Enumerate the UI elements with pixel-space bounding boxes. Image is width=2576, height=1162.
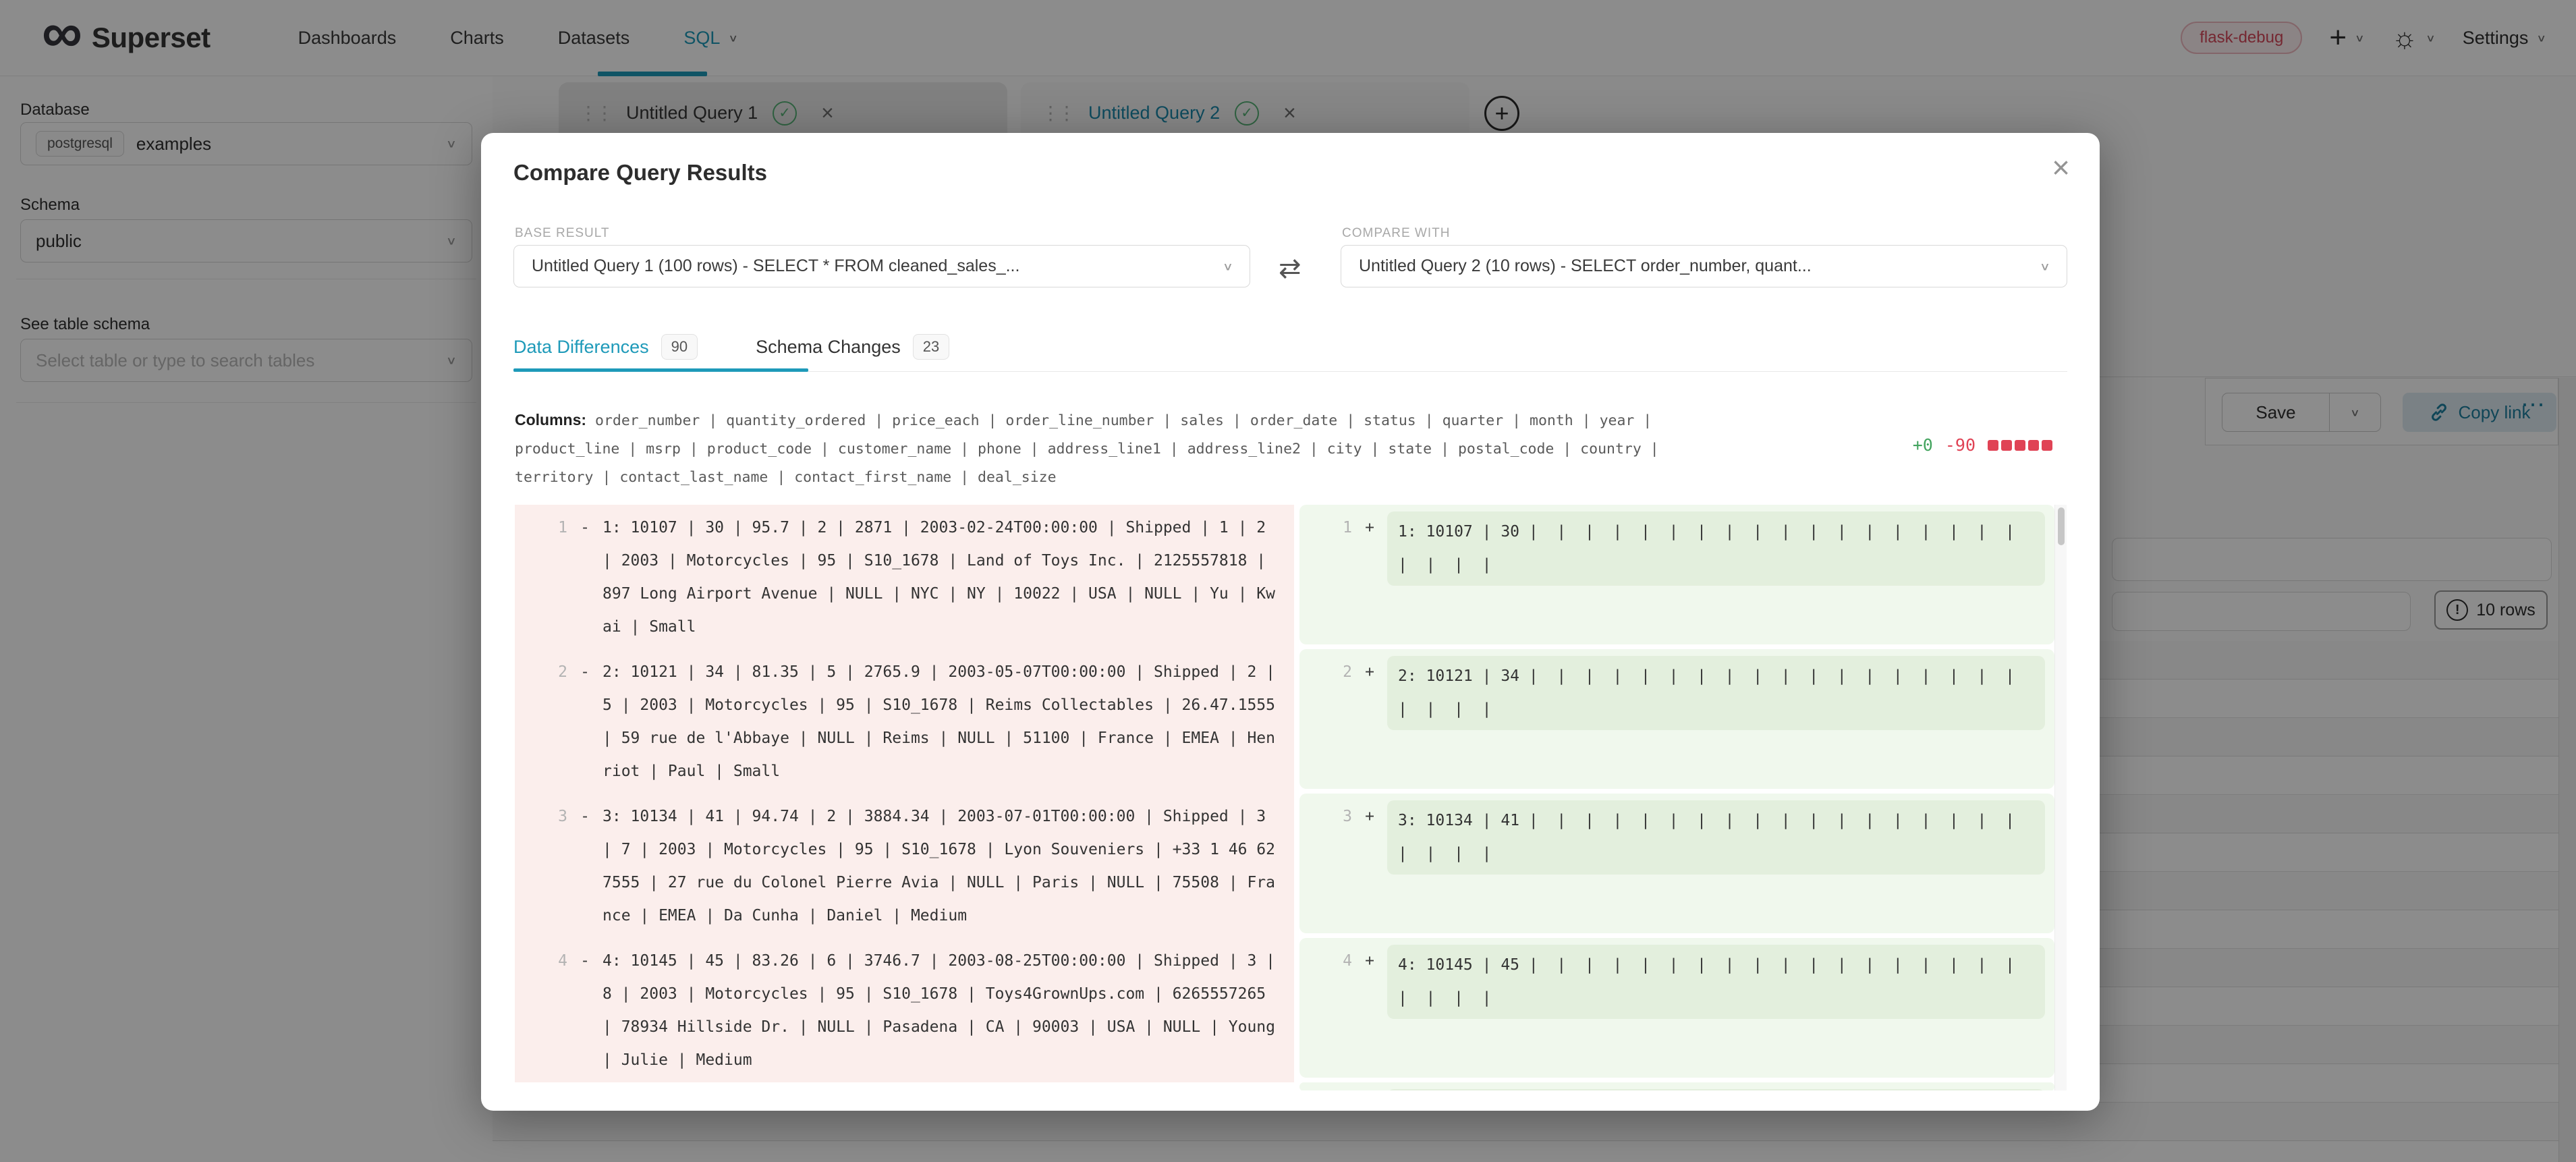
diff-row-removed: 4 - 4: 10145 | 45 | 83.26 | 6 | 3746.7 |… [515,938,1294,1082]
close-modal-icon[interactable]: × [2052,149,2070,186]
added-sign: + [1352,945,1387,1078]
diff-row-added: 4 + 4: 10145 | 45 | | | | | | | | | | | … [1294,938,2054,1082]
diff-stats: +0 -90 [1913,435,2052,455]
diff-row: 2 - 2: 10121 | 34 | 81.35 | 5 | 2765.9 |… [515,649,2067,794]
diff-row-removed [515,1082,1294,1090]
added-sign: + [1352,511,1387,644]
added-count: +0 [1913,435,1933,455]
compare-with-value: Untitled Query 2 (10 rows) - SELECT orde… [1359,256,1812,276]
diff-scrollbar[interactable] [2054,505,2067,1090]
line-number: 2 [1299,656,1352,789]
line-number: 1 [1299,511,1352,644]
compare-with-label: COMPARE WITH [1342,226,1450,241]
diff-row-removed: 2 - 2: 10121 | 34 | 81.35 | 5 | 2765.9 |… [515,649,1294,794]
diff-row-removed: 3 - 3: 10134 | 41 | 94.74 | 2 | 3884.34 … [515,794,1294,938]
added-block: 2 + 2: 10121 | 34 | | | | | | | | | | | … [1299,649,2054,789]
added-sign: + [1352,656,1387,789]
added-line-text: 3: 10134 | 41 | | | | | | | | | | | | | … [1387,800,2045,875]
removed-line-text: 3: 10134 | 41 | 94.74 | 2 | 3884.34 | 20… [603,800,1281,938]
added-line-text: 4: 10145 | 45 | | | | | | | | | | | | | … [1387,945,2045,1019]
removed-sign: - [567,945,603,1082]
diff-row-removed: 1 - 1: 10107 | 30 | 95.7 | 2 | 2871 | 20… [515,505,1294,649]
diff-columns-header: Columns: order_number | quantity_ordered… [515,406,1723,492]
removed-line-text: 1: 10107 | 30 | 95.7 | 2 | 2871 | 2003-0… [603,511,1281,649]
added-block: 1 + 1: 10107 | 30 | | | | | | | | | | | … [1299,505,2054,644]
columns-list: order_number | quantity_ordered | price_… [515,412,1668,486]
compare-query-results-modal: Compare Query Results × BASE RESULT Unti… [481,133,2100,1111]
removed-block-square [2001,440,2012,451]
compare-with-select[interactable]: Untitled Query 2 (10 rows) - SELECT orde… [1341,245,2067,287]
added-block: 3 + 3: 10134 | 41 | | | | | | | | | | | … [1299,794,2054,933]
diff-viewer: 1 - 1: 10107 | 30 | 95.7 | 2 | 2871 | 20… [515,505,2067,1090]
diff-row-added: 3 + 3: 10134 | 41 | | | | | | | | | | | … [1294,794,2054,938]
diff-row: 3 - 3: 10134 | 41 | 94.74 | 2 | 3884.34 … [515,794,2067,938]
tab-data-differences[interactable]: Data Differences 90 [513,334,698,360]
diff-row: 1 - 1: 10107 | 30 | 95.7 | 2 | 2871 | 20… [515,505,2067,649]
columns-label: Columns: [515,411,586,428]
base-result-select[interactable]: Untitled Query 1 (100 rows) - SELECT * F… [513,245,1250,287]
removed-block-square [2042,440,2052,451]
removed-block-square [2028,440,2039,451]
removed-line-text: 4: 10145 | 45 | 83.26 | 6 | 3746.7 | 200… [603,945,1281,1082]
removed-sign: - [567,511,603,649]
added-block: 4 + 4: 10145 | 45 | | | | | | | | | | | … [1299,938,2054,1078]
added-line-text [1387,1089,2045,1090]
tab-schema-changes[interactable]: Schema Changes 23 [756,334,949,360]
swap-queries-icon[interactable]: ⇄ [1279,253,1301,284]
diff-row-added: 2 + 2: 10121 | 34 | | | | | | | | | | | … [1294,649,2054,794]
line-number: 4 [515,945,567,1082]
active-tab-underline [513,368,808,372]
removed-count: -90 [1945,435,1976,455]
schema-changes-count-badge: 23 [913,334,949,360]
chevron-down-icon: ∨ [1223,260,1233,273]
line-number: 3 [1299,800,1352,933]
data-differences-count-badge: 90 [661,334,698,360]
modal-tabs: Data Differences 90 Schema Changes 23 [513,334,949,360]
diff-scrollbar-thumb[interactable] [2058,507,2065,545]
removed-sign: - [567,656,603,794]
diff-row-partial [515,1082,2067,1090]
line-number: 2 [515,656,567,794]
diff-row-added [1294,1082,2054,1090]
base-result-value: Untitled Query 1 (100 rows) - SELECT * F… [532,256,1019,276]
removed-blocks [1988,440,2052,451]
tab-data-differences-label: Data Differences [513,337,649,358]
line-number: 4 [1299,945,1352,1078]
tab-schema-changes-label: Schema Changes [756,337,901,358]
diff-row-added: 1 + 1: 10107 | 30 | | | | | | | | | | | … [1294,505,2054,649]
added-sign [1352,1089,1387,1090]
added-line-text: 2: 10121 | 34 | | | | | | | | | | | | | … [1387,656,2045,730]
line-number: 1 [515,511,567,649]
line-number [1299,1089,1352,1090]
diff-row: 4 - 4: 10145 | 45 | 83.26 | 6 | 3746.7 |… [515,938,2067,1082]
chevron-down-icon: ∨ [2040,260,2050,273]
base-result-label: BASE RESULT [515,226,610,241]
line-number: 3 [515,800,567,938]
modal-title: Compare Query Results [513,160,767,186]
added-sign: + [1352,800,1387,933]
removed-block-square [2015,440,2025,451]
removed-sign: - [567,800,603,938]
removed-block-square [1988,440,1998,451]
added-block [1299,1082,2054,1090]
removed-line-text: 2: 10121 | 34 | 81.35 | 5 | 2765.9 | 200… [603,656,1281,794]
added-line-text: 1: 10107 | 30 | | | | | | | | | | | | | … [1387,511,2045,586]
